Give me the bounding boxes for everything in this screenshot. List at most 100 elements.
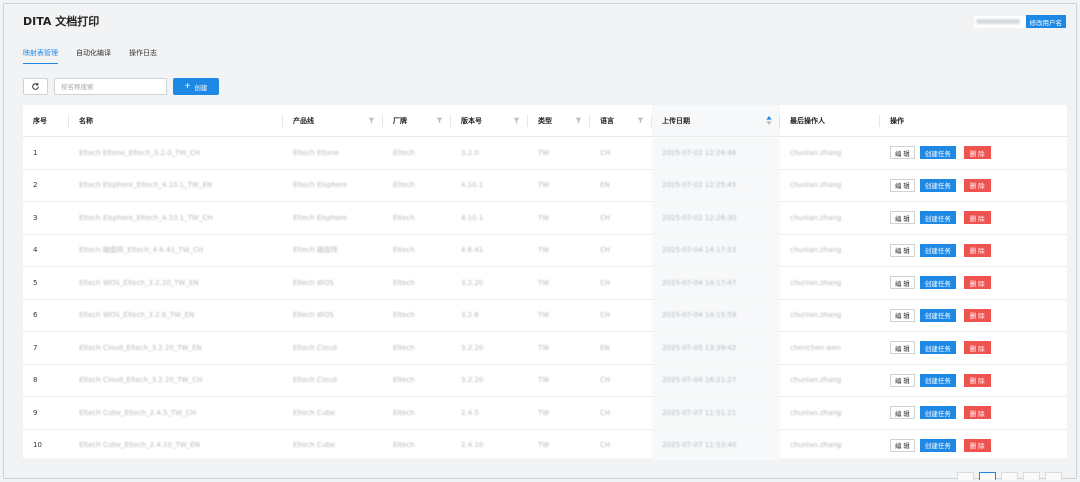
cell-type: TW [538,181,550,190]
cell-no: 5 [33,278,38,287]
cell-brand: Eltech [393,213,415,222]
delete-button[interactable]: 删 除 [963,341,991,355]
edit-button[interactable]: 编 辑 [890,211,915,225]
cell-lang: CH [600,213,611,222]
cell-version: 3.2.6 [461,311,479,320]
delete-button[interactable]: 删 除 [963,243,991,257]
cell-actions: 编 辑创建任务删 除 [880,267,1067,299]
edit-button[interactable]: 编 辑 [890,438,915,452]
refresh-button[interactable] [23,78,48,95]
pager-next[interactable] [1045,472,1062,480]
mapping-table: 序号 名称 产品线 厂牌 版本号 类型 语言 上传日期 最后操作人 操作 1 El… [23,105,1067,462]
tab-operation-log[interactable]: 操作日志 [129,48,157,64]
col-name: 名称 [69,105,283,136]
cell-line: Eltech 磁盘阵 [293,246,338,255]
col-actions: 操作 [890,116,904,125]
create-task-button[interactable]: 创建任务 [919,438,956,452]
filter-icon[interactable] [513,117,520,124]
create-task-button[interactable]: 创建任务 [919,243,956,257]
cell-line: Eltech Cube [293,441,336,450]
create-task-button[interactable]: 创建任务 [919,341,956,355]
delete-button[interactable]: 删 除 [963,178,991,192]
cell-name: Eltech WOS_Eltech_3.2.20_TW_EN [79,278,199,287]
table-row: 6 Eltech WOS_Eltech_3.2.6_TW_EN Eltech WOS… [23,299,1067,332]
cell-brand: Eltech [393,311,415,320]
delete-button[interactable]: 删 除 [963,373,991,387]
cell-line: Eltech WOS [293,311,334,320]
pager-page[interactable] [1023,472,1040,480]
edit-button[interactable]: 编 辑 [890,341,915,355]
pager-prev[interactable] [957,472,974,480]
table-row: 9 Eltech Cube_Eltech_2.4.5_TW_CH Eltech Cu… [23,397,1067,430]
create-task-button[interactable]: 创建任务 [919,211,956,225]
cell-date: 2025-07-07 11:51:21 [652,397,780,429]
edit-button[interactable]: 编 辑 [890,243,915,257]
plus-icon: + [184,80,191,92]
cell-version: 2.4.5 [461,408,479,417]
delete-button[interactable]: 删 除 [963,211,991,225]
delete-button[interactable]: 删 除 [963,276,991,290]
create-task-button[interactable]: 创建任务 [919,406,956,420]
cell-line: Eltech Cube [293,408,336,417]
cell-line: Eltech Cloud [293,343,337,352]
delete-button[interactable]: 删 除 [963,146,991,160]
table-header: 序号 名称 产品线 厂牌 版本号 类型 语言 上传日期 最后操作人 操作 [23,105,1067,137]
cell-name: Eltech Elsphere_Eltech_4.10.1_TW_EN [79,181,212,190]
sort-icon[interactable] [766,116,772,125]
create-task-button[interactable]: 创建任务 [919,178,956,192]
delete-button[interactable]: 删 除 [963,308,991,322]
table-row: 5 Eltech WOS_Eltech_3.2.20_TW_EN Eltech WO… [23,267,1067,300]
delete-button[interactable]: 删 除 [963,438,991,452]
cell-lang: CH [600,278,611,287]
edit-button[interactable]: 编 辑 [890,308,915,322]
pager-page[interactable] [979,472,996,480]
cell-lang: CH [600,441,611,450]
create-task-button[interactable]: 创建任务 [919,276,956,290]
col-no: 序号 [23,105,69,136]
cell-name: Eltech Cube_Eltech_2.4.5_TW_CH [79,408,196,417]
filter-icon[interactable] [368,117,375,124]
cell-no: 10 [33,441,42,450]
cell-no: 1 [33,148,38,157]
table-row: 10 Eltech Cube_Eltech_2.4.10_TW_EN Eltech … [23,429,1067,462]
tab-mapping[interactable]: 映射表管理 [23,48,58,64]
cell-no: 4 [33,246,38,255]
rename-user-button[interactable]: 修改用户名 [1025,15,1066,28]
cell-version: 3.2.0 [461,148,479,157]
create-task-button[interactable]: 创建任务 [919,308,956,322]
edit-button[interactable]: 编 辑 [890,406,915,420]
cell-actions: 编 辑创建任务删 除 [880,430,1067,462]
cell-user: chunlan.zhang [790,441,842,450]
col-product-line: 产品线 [283,105,383,136]
cell-actions: 编 辑创建任务删 除 [880,365,1067,397]
edit-button[interactable]: 编 辑 [890,276,915,290]
cell-type: TW [538,441,550,450]
edit-button[interactable]: 编 辑 [890,373,915,387]
pager-page[interactable] [1001,472,1018,480]
table-row: 4 Eltech 磁盘阵_Eltech_4.6.41_TW_CH Eltech 磁盘… [23,234,1067,267]
tab-auto-compile[interactable]: 自动化编译 [76,48,111,64]
cell-lang: EN [600,343,610,352]
cell-name: Eltech Cloud_Eltech_3.2.20_TW_EN [79,343,202,352]
edit-button[interactable]: 编 辑 [890,146,915,160]
col-type: 类型 [528,105,590,136]
cell-type: TW [538,376,550,385]
cell-no: 7 [33,343,38,352]
search-input[interactable] [54,78,167,95]
filter-icon[interactable] [637,117,644,124]
create-task-button[interactable]: 创建任务 [919,146,956,160]
cell-date: 2025-07-04 14:17:53 [652,234,780,266]
delete-button[interactable]: 删 除 [963,406,991,420]
cell-actions: 编 辑创建任务删 除 [880,137,1067,169]
app-title: DITA 文档打印 [23,15,100,28]
cell-version: 3.2.20 [461,343,484,352]
cell-date: 2025-07-04 14:17:47 [652,267,780,299]
toolbar: + 创建 [23,78,219,95]
filter-icon[interactable] [436,117,443,124]
table-row: 7 Eltech Cloud_Eltech_3.2.20_TW_EN Eltech … [23,332,1067,365]
edit-button[interactable]: 编 辑 [890,178,915,192]
filter-icon[interactable] [575,117,582,124]
create-task-button[interactable]: 创建任务 [919,373,956,387]
cell-name: Eltech Cloud_Eltech_3.2.20_TW_CH [79,376,203,385]
create-button[interactable]: + 创建 [173,78,219,95]
